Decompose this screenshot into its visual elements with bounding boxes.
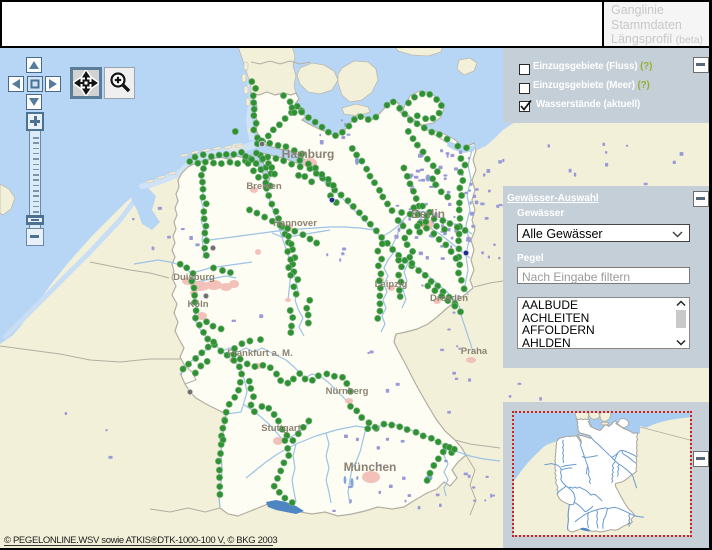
svg-text:Stuttgart: Stuttgart [261, 423, 301, 434]
svg-text:© PEGELONLINE.WSV sowie ATKIS®: © PEGELONLINE.WSV sowie ATKIS®DTK-1000-1… [4, 535, 277, 546]
svg-text:Nürnberg: Nürnberg [326, 386, 369, 397]
svg-text:Frankfurt a. M.: Frankfurt a. M. [227, 348, 292, 359]
svg-text:Köln: Köln [187, 299, 208, 310]
svg-text:Hannover: Hannover [273, 218, 317, 229]
svg-text:München: München [344, 460, 397, 474]
svg-text:Duisburg: Duisburg [173, 272, 215, 283]
svg-text:Bremen: Bremen [246, 181, 282, 192]
svg-text:Dresden: Dresden [430, 293, 468, 304]
svg-text:Leipzig: Leipzig [375, 279, 408, 290]
svg-text:Berlin: Berlin [411, 207, 445, 221]
svg-text:Praha: Praha [461, 346, 488, 357]
svg-text:Hamburg: Hamburg [282, 147, 335, 161]
